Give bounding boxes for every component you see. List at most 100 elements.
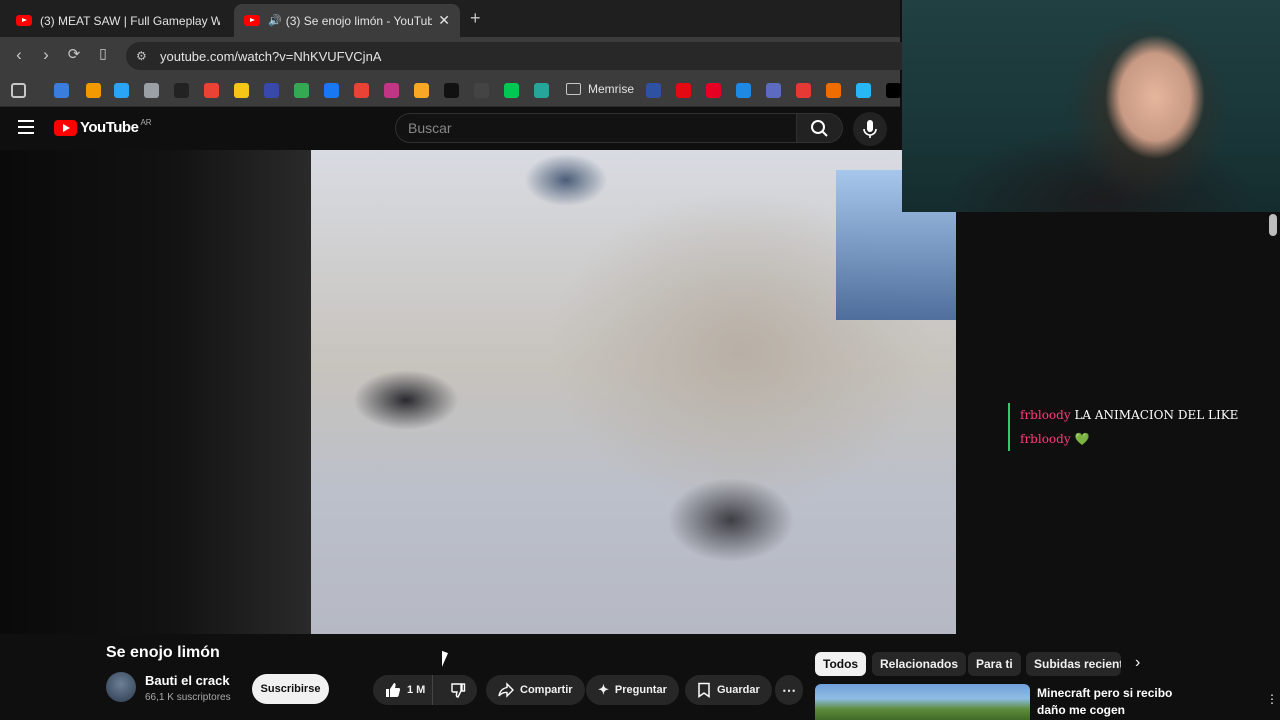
chip-todos[interactable]: Todos [815, 652, 867, 676]
search-button[interactable] [797, 113, 843, 143]
bookmark-favicon-icon[interactable] [324, 83, 339, 98]
bookmark-folder-label: Memrise [588, 82, 635, 96]
mouse-cursor-icon [442, 650, 448, 670]
recommendation-title[interactable]: Minecraft pero si recibo daño me cogen [1037, 685, 1177, 719]
share-button[interactable]: Compartir [486, 675, 585, 705]
search-input[interactable] [408, 120, 788, 136]
apps-grid-icon[interactable] [11, 83, 26, 98]
avatar[interactable] [106, 672, 136, 702]
youtube-play-icon [54, 119, 77, 136]
bookmark-favicon-icon[interactable] [886, 83, 901, 98]
subscribe-button[interactable]: Suscribirse [252, 674, 329, 704]
recommendation-thumbnail[interactable] [815, 684, 1030, 720]
bookmark-favicon-icon[interactable] [414, 83, 429, 98]
chip-subidas-recientes[interactable]: Subidas recientes [1026, 652, 1121, 676]
chip-relacionados[interactable]: Relacionados [872, 652, 967, 676]
scrollbar-thumb[interactable] [1269, 214, 1277, 236]
video-player[interactable] [311, 150, 956, 634]
bookmark-favicon-icon[interactable] [114, 83, 129, 98]
bookmark-favicon-icon[interactable] [264, 83, 279, 98]
bookmark-favicon-icon[interactable] [646, 83, 661, 98]
site-info-icon[interactable]: ⚙ [136, 49, 147, 63]
chat-username: frbloody [1020, 408, 1071, 422]
bookmark-favicon-icon[interactable] [504, 83, 519, 98]
bookmark-folder-memrise[interactable]: Memrise [566, 82, 634, 96]
bookmark-favicon-icon[interactable] [534, 83, 549, 98]
bookmark-favicon-icon[interactable] [736, 83, 751, 98]
subscriber-count: 66,1 K suscriptores [145, 692, 231, 703]
bookmark-favicon-icon[interactable] [204, 83, 219, 98]
share-icon [498, 682, 514, 698]
microphone-icon [863, 120, 877, 138]
ask-label: Preguntar [614, 684, 667, 696]
chat-username: frbloody [1020, 432, 1071, 446]
bookmark-favicon-icon[interactable] [294, 83, 309, 98]
tab-title: (3) Se enojo limón - YouTube [285, 13, 433, 28]
bookmark-favicon-icon[interactable] [354, 83, 369, 98]
like-dislike-group: 1 M [373, 675, 477, 705]
speaker-icon[interactable]: 🔊 [268, 14, 282, 27]
chat-text: 💚 [1074, 432, 1090, 446]
youtube-masthead: YouTube AR [0, 107, 900, 150]
forward-arrow-icon[interactable]: › [35, 45, 57, 65]
country-code: AR [140, 118, 152, 127]
save-label: Guardar [717, 684, 760, 696]
sparkle-icon: ✦ [598, 682, 609, 697]
folder-icon [566, 83, 581, 95]
youtube-favicon-icon [244, 15, 260, 26]
close-tab-icon[interactable]: ✕ [438, 12, 450, 29]
bookmark-favicon-icon[interactable] [826, 83, 841, 98]
chat-message: frbloody LA ANIMACION DEL LIKE [1020, 403, 1248, 427]
bookmark-favicon-icon[interactable] [54, 83, 69, 98]
bookmark-favicon-icon[interactable] [474, 83, 489, 98]
youtube-logo-text: YouTube [80, 119, 139, 136]
address-bar[interactable]: ⚙ youtube.com/watch?v=NhKVUFVCjnA [126, 42, 916, 70]
save-button[interactable]: Guardar [685, 675, 772, 705]
search-icon [811, 120, 828, 137]
bookmark-icon[interactable]: ▯ [92, 45, 114, 62]
youtube-logo[interactable]: YouTube AR [54, 118, 152, 136]
like-count: 1 M [407, 684, 426, 696]
ask-button[interactable]: ✦ Preguntar [586, 675, 679, 705]
chat-text: LA ANIMACION DEL LIKE [1074, 408, 1239, 422]
bookmark-favicon-icon[interactable] [796, 83, 811, 98]
chip-para-ti[interactable]: Para ti [968, 652, 1021, 676]
bookmark-favicon-icon[interactable] [766, 83, 781, 98]
hamburger-menu-icon[interactable] [18, 120, 34, 134]
bookmark-favicon-icon[interactable] [86, 83, 101, 98]
save-bookmark-icon [698, 682, 710, 698]
new-tab-icon[interactable]: + [470, 8, 481, 29]
bookmark-favicon-icon[interactable] [706, 83, 721, 98]
more-actions-icon[interactable]: ⋯ [775, 675, 803, 705]
video-letterbox-left [0, 150, 311, 634]
bookmark-favicon-icon[interactable] [676, 83, 691, 98]
reload-icon[interactable]: ⟳ [63, 45, 85, 63]
browser-tab-se-enojo-limon[interactable]: 🔊 (3) Se enojo limón - YouTube ✕ [234, 4, 460, 37]
streamer-webcam [902, 0, 1280, 212]
dislike-button[interactable] [439, 675, 477, 705]
bookmark-favicon-icon[interactable] [234, 83, 249, 98]
channel-name[interactable]: Bauti el crack [145, 673, 230, 688]
bookmark-favicon-icon[interactable] [856, 83, 871, 98]
thumbs-up-icon [386, 683, 401, 697]
chevron-right-icon[interactable]: › [1135, 654, 1140, 672]
url-text: youtube.com/watch?v=NhKVUFVCjnA [160, 49, 382, 64]
browser-tab-meat-saw[interactable]: (3) MEAT SAW | Full Gameplay Walkt [6, 4, 230, 37]
share-label: Compartir [520, 684, 573, 696]
bookmark-favicon-icon[interactable] [174, 83, 189, 98]
bookmark-favicon-icon[interactable] [144, 83, 159, 98]
stream-chat: frbloody LA ANIMACION DEL LIKE frbloody … [1008, 403, 1248, 451]
video-title: Se enojo limón [106, 644, 220, 661]
back-arrow-icon[interactable]: ‹ [8, 45, 30, 65]
bookmark-favicon-icon[interactable] [384, 83, 399, 98]
voice-search-button[interactable] [853, 112, 887, 146]
browser-toolbar: ‹ › ⟳ ▯ ⚙ youtube.com/watch?v=NhKVUFVCjn… [0, 37, 916, 75]
more-options-icon[interactable]: ⋮ [1266, 692, 1278, 706]
search-box [395, 113, 797, 143]
youtube-favicon-icon [16, 15, 32, 26]
like-button[interactable]: 1 M [373, 675, 433, 705]
page-scrollbar[interactable] [1266, 213, 1280, 720]
bookmarks-bar: Memrise [0, 75, 901, 107]
bookmark-favicon-icon[interactable] [444, 83, 459, 98]
chat-message: frbloody 💚 [1020, 427, 1248, 451]
